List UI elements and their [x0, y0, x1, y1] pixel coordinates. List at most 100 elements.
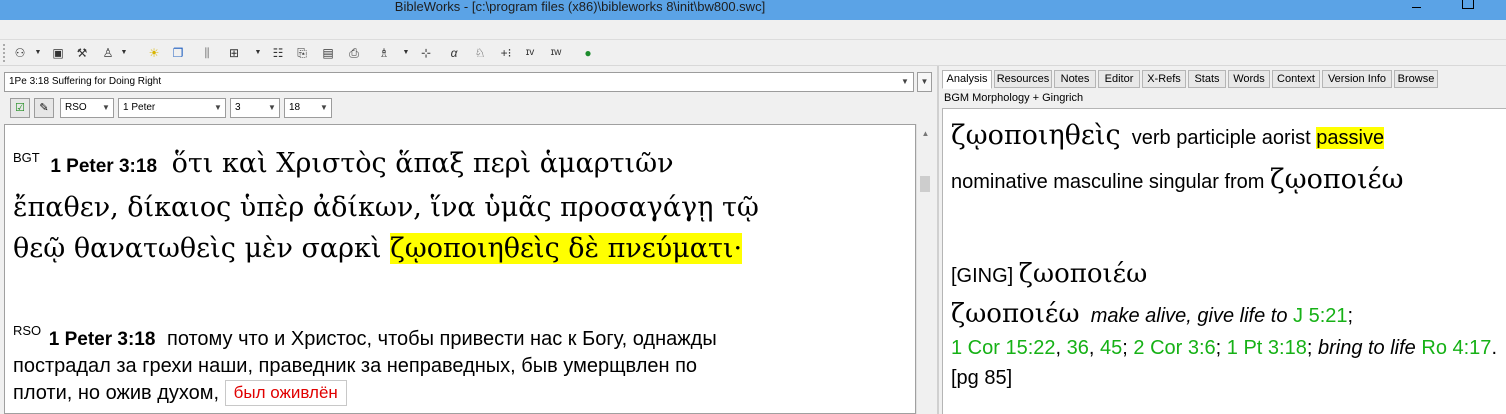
window-icon[interactable]: ❐ [170, 45, 186, 61]
chapter-select[interactable]: 3 ▼ [230, 98, 280, 118]
verse-value: 18 [289, 102, 301, 113]
minimize-button[interactable] [1402, 0, 1432, 20]
alpha-icon[interactable]: α [446, 45, 462, 61]
sun-icon[interactable]: ☀ [146, 45, 162, 61]
page-reference: [pg 85] [951, 367, 1013, 389]
tab-version-info[interactable]: Version Info [1322, 70, 1392, 88]
scroll-up-icon[interactable]: ▲ [917, 126, 934, 142]
version-tag[interactable]: BGT [13, 150, 40, 165]
search-text-pane: 1Pe 3:18 Suffering for Doing Right ▼ ▼ ☑… [0, 70, 934, 414]
chevron-down-icon: ▼ [102, 103, 110, 112]
definition: make alive, give life to [1090, 305, 1288, 327]
copy-icon[interactable]: ⎘ [294, 45, 310, 61]
scripture-link[interactable]: 2 Cor 3:6 [1133, 337, 1215, 359]
bgt-verse: BGT 1 Peter 3:18 ὅτι καὶ Χριστὸς ἅπαξ πε… [13, 137, 903, 269]
lemma[interactable]: ζῳοποιέω [1270, 164, 1404, 195]
person-search-icon[interactable]: ♘ [472, 45, 488, 61]
tab-resources[interactable]: Resources [994, 70, 1052, 88]
grid-icon[interactable]: ⊞ [226, 45, 242, 61]
passage-selector[interactable]: 1Pe 3:18 Suffering for Doing Right ▼ [4, 72, 914, 92]
tab-notes[interactable]: Notes [1054, 70, 1096, 88]
menu-bar [0, 20, 1506, 40]
version-tag[interactable]: RSO [13, 323, 41, 338]
scripture-link[interactable]: 1 Cor 15:22 [951, 337, 1056, 359]
chevron-down-icon[interactable]: ▼ [897, 73, 913, 91]
verse-reference[interactable]: 1 Peter 3:18 [50, 156, 157, 177]
bgt-line-2[interactable]: ἔπαθεν, δίκαιος ὑπὲρ ἀδίκων, ἵνα ὑμᾶς πρ… [13, 187, 903, 228]
verse-select[interactable]: 18 ▼ [284, 98, 332, 118]
scripture-link[interactable]: 36 [1067, 337, 1089, 359]
book-select[interactable]: 1 Peter ▼ [118, 98, 226, 118]
version-select[interactable]: RSO ▼ [60, 98, 114, 118]
passage-header: 1Pe 3:18 Suffering for Doing Right [9, 76, 162, 87]
window-title: BibleWorks - [c:\program files (x86)\bib… [394, 0, 766, 14]
russian-text[interactable]: плоти, но ожив духом, [13, 382, 219, 404]
correction-note[interactable]: был оживлён [224, 380, 347, 406]
highlighted-greek-text[interactable]: ζῳοποιηθεὶς δὲ πνεύματι· [390, 233, 743, 264]
dropdown-arrow-icon[interactable]: ▼ [250, 45, 266, 61]
plus-icon[interactable]: +⁝ [498, 45, 514, 61]
verse-reference[interactable]: 1 Peter 3:18 [49, 329, 156, 350]
morph-line-1: ζῳοποιηθεὶς verb participle aorist passi… [951, 121, 1499, 153]
globe-icon[interactable]: ● [580, 45, 596, 61]
users-icon[interactable]: ⚇ [12, 45, 28, 61]
chevron-down-icon: ▼ [320, 103, 328, 112]
scripture-link[interactable]: Ro 4:17 [1421, 337, 1491, 359]
columns-icon[interactable]: ⫼ [199, 45, 215, 61]
check-icon[interactable]: ☑ [10, 98, 30, 118]
scripture-link[interactable]: 45 [1100, 337, 1122, 359]
analysis-pane: Analysis Resources Notes Editor X-Refs S… [937, 66, 1506, 414]
greek-text[interactable]: ὅτι καὶ Χριστὸς ἅπαξ περὶ ἁμαρτιῶν [172, 148, 674, 179]
dropdown-arrow-icon[interactable]: ▼ [398, 45, 414, 61]
tab-context[interactable]: Context [1272, 70, 1320, 88]
toolbar-grip[interactable] [3, 44, 7, 62]
list-icon[interactable]: ☷ [270, 45, 286, 61]
parse-text: verb participle aorist [1131, 127, 1311, 149]
browse-window[interactable]: BGT 1 Peter 3:18 ὅτι καὶ Χριστὸς ἅπαξ πε… [4, 124, 916, 414]
scroll-thumb[interactable] [920, 176, 930, 192]
gingrich-entry-2: 1 Cor 15:22, 36, 45; 2 Cor 3:6; 1 Pt 3:1… [951, 337, 1497, 389]
book-value: 1 Peter [123, 102, 156, 113]
dropdown-arrow-icon[interactable]: ▼ [30, 45, 46, 61]
arrows-icon[interactable]: ⊹ [418, 45, 434, 61]
scripture-link[interactable]: 1 Pt 3:18 [1227, 337, 1307, 359]
morph-line-2: nominative masculine singular from ζῳοπο… [951, 165, 1499, 197]
lexicon-lemma: ζωοποιέω [1018, 259, 1148, 289]
link-icon[interactable]: ✎ [34, 98, 54, 118]
tab-xrefs[interactable]: X-Refs [1142, 70, 1186, 88]
morphology-source: BGM Morphology + Gingrich [944, 92, 1084, 104]
entry-lemma: ζωοποιέω [951, 299, 1080, 329]
folder-icon[interactable]: ▤ [320, 45, 336, 61]
rso-verse: RSO 1 Peter 3:18 потому что и Христос, ч… [13, 317, 903, 407]
lexicon-tag: [GING] [951, 265, 1014, 287]
rso-line-1: RSO 1 Peter 3:18 потому что и Христос, ч… [13, 317, 903, 353]
tab-editor[interactable]: Editor [1098, 70, 1140, 88]
rso-line-3: плоти, но ожив духом, был оживлён [13, 380, 903, 407]
vertical-scrollbar[interactable]: ▲ [916, 124, 933, 414]
ev-icon[interactable]: ɪv [522, 45, 538, 61]
person-icon[interactable]: ♙ [100, 45, 116, 61]
dropdown-arrow-icon[interactable]: ▼ [116, 45, 132, 61]
parse-highlight: passive [1316, 127, 1385, 149]
tab-words[interactable]: Words [1228, 70, 1270, 88]
tab-stats[interactable]: Stats [1188, 70, 1226, 88]
greek-text[interactable]: θεῷ θανατωθεὶς μὲν σαρκὶ [13, 233, 390, 264]
person-down-icon[interactable]: ♗ [376, 45, 392, 61]
printer-icon[interactable]: ⎙ [346, 45, 362, 61]
version-value: RSO [65, 102, 87, 113]
maximize-button[interactable] [1448, 0, 1478, 20]
briefcase-icon[interactable]: ▣ [50, 45, 66, 61]
analysis-content: ζῳοποιηθεὶς verb participle aorist passi… [942, 108, 1506, 414]
tab-browse[interactable]: Browse [1394, 70, 1438, 88]
definition: bring to life [1317, 337, 1416, 359]
pane-menu-button[interactable]: ▼ [917, 72, 932, 92]
scripture-link[interactable]: J 5:21 [1293, 305, 1347, 327]
tools-icon[interactable]: ⚒ [74, 45, 90, 61]
russian-text[interactable]: потому что и Христос, чтобы привести нас… [167, 328, 717, 350]
rso-line-2[interactable]: пострадал за грехи наши, праведник за не… [13, 353, 903, 380]
tab-analysis[interactable]: Analysis [942, 70, 992, 89]
toolbar: ⚇ ▼ ▣ ⚒ ♙ ▼ ☀ ❐ ⫼ ⊞ ▼ ☷ ⎘ ▤ ⎙ ♗ ▼ ⊹ α ♘ … [0, 40, 1506, 66]
ew-icon[interactable]: ɪw [548, 45, 564, 61]
title-bar: BibleWorks - [c:\program files (x86)\bib… [0, 0, 1506, 20]
bgt-line-1: BGT 1 Peter 3:18 ὅτι καὶ Χριστὸς ἅπαξ πε… [13, 137, 903, 187]
